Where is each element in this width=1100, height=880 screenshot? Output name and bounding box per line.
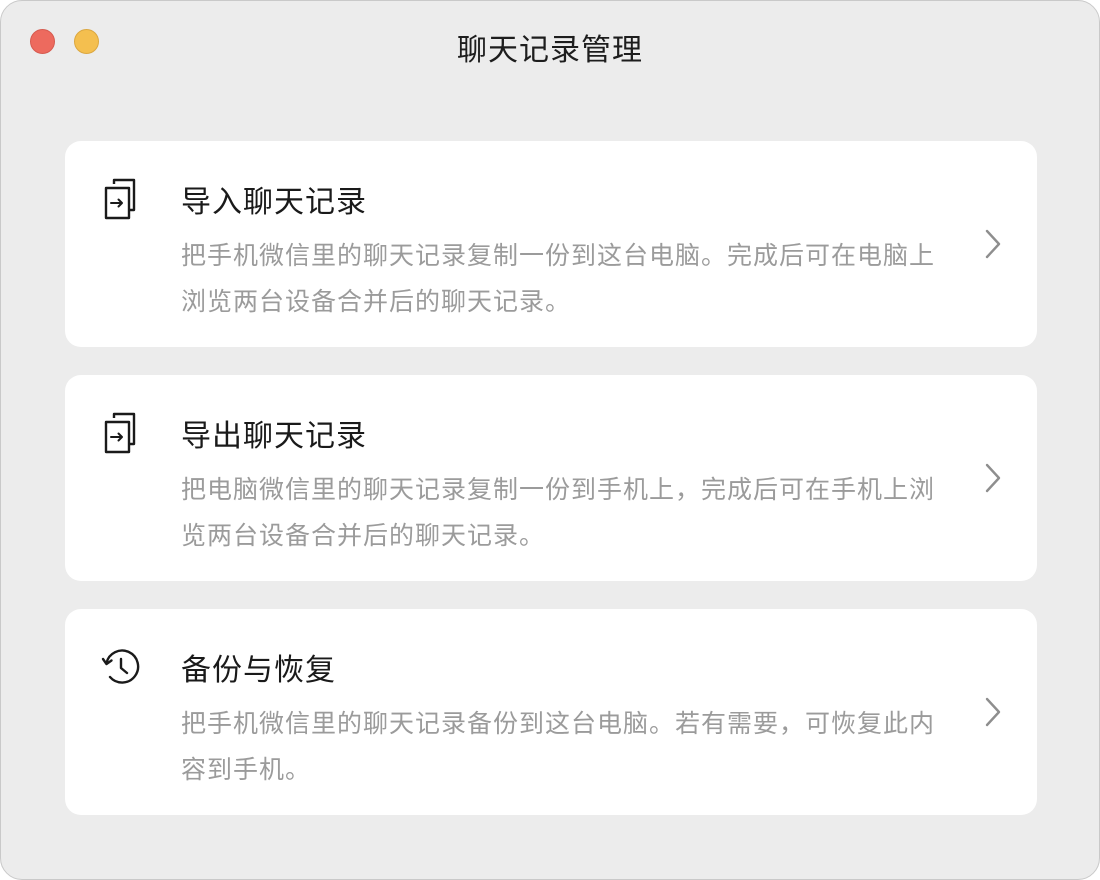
- chat-history-manager-window: 聊天记录管理 导入聊天记录 把手机微信里的聊天记录复制一份到这台电脑。完成后可在…: [0, 0, 1100, 880]
- chevron-right-icon: [985, 463, 1001, 493]
- card-title: 备份与恢复: [181, 653, 336, 688]
- card-title: 导入聊天记录: [181, 185, 367, 220]
- import-chat-history-card[interactable]: 导入聊天记录 把手机微信里的聊天记录复制一份到这台电脑。完成后可在电脑上浏览两台…: [65, 141, 1037, 347]
- chevron-right-icon: [985, 229, 1001, 259]
- card-description: 把手机微信里的聊天记录复制一份到这台电脑。完成后可在电脑上浏览两台设备合并后的聊…: [181, 241, 936, 316]
- title-bar: 聊天记录管理: [1, 1, 1099, 87]
- chevron-right-icon: [985, 697, 1001, 727]
- card-description: 把电脑微信里的聊天记录复制一份到手机上，完成后可在手机上浏览两台设备合并后的聊天…: [181, 475, 936, 550]
- backup-restore-card[interactable]: 备份与恢复 把手机微信里的聊天记录备份到这台电脑。若有需要，可恢复此内容到手机。: [65, 609, 1037, 815]
- import-icon: [104, 178, 136, 220]
- export-icon: [104, 412, 136, 454]
- history-clock-icon: [101, 649, 140, 684]
- export-chat-history-card[interactable]: 导出聊天记录 把电脑微信里的聊天记录复制一份到手机上，完成后可在手机上浏览两台设…: [65, 375, 1037, 581]
- card-title: 导出聊天记录: [181, 419, 367, 454]
- window-title: 聊天记录管理: [457, 33, 643, 68]
- card-description: 把手机微信里的聊天记录备份到这台电脑。若有需要，可恢复此内容到手机。: [181, 709, 936, 784]
